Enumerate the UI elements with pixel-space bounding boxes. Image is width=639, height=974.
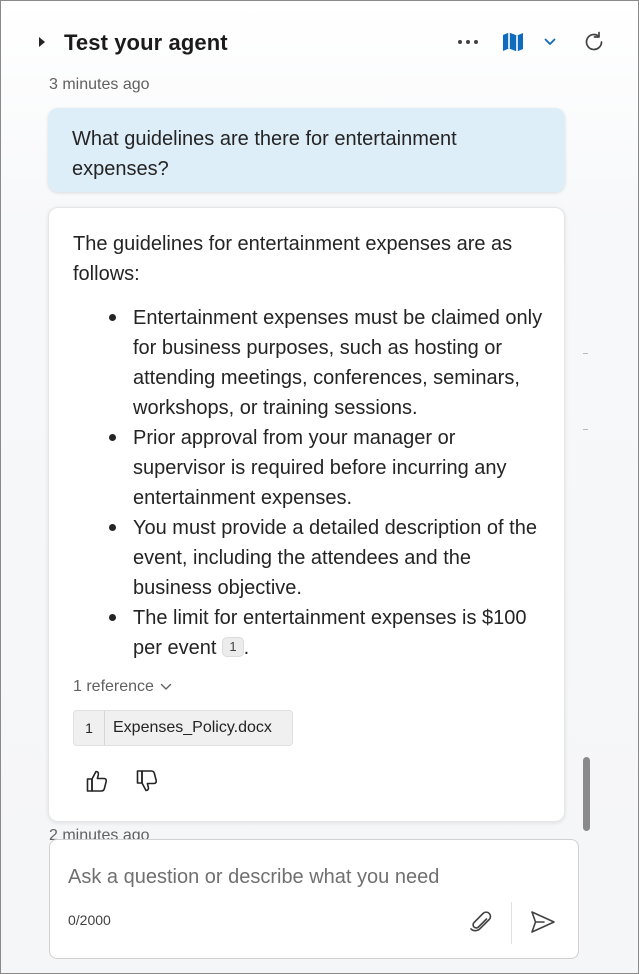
list-item: Prior approval from your manager or supe… — [109, 423, 543, 513]
scrollbar-thumb[interactable] — [583, 757, 590, 831]
list-item: The limit for entertainment expenses is … — [109, 603, 543, 663]
thumbs-down-icon — [136, 770, 158, 792]
list-item-text: The limit for entertainment expenses is … — [133, 607, 527, 659]
panel-header: Test your agent — [1, 1, 638, 71]
message-composer: 0/2000 — [49, 839, 579, 959]
message-input[interactable] — [68, 860, 558, 894]
list-item: You must provide a detailed description … — [109, 513, 543, 603]
character-counter: 0/2000 — [68, 912, 111, 928]
chevron-down-icon — [160, 683, 172, 690]
chevron-down-icon — [544, 38, 556, 45]
composer-divider — [511, 902, 512, 944]
test-agent-panel: Test your agent 3 minutes ago What guide — [0, 0, 639, 974]
send-icon — [531, 911, 555, 933]
attach-button[interactable] — [466, 906, 496, 938]
list-item: Entertainment expenses must be claimed o… — [109, 303, 543, 423]
thumbs-down-button[interactable] — [132, 766, 162, 796]
map-icon — [503, 32, 523, 52]
reference-chip[interactable]: 1 Expenses_Policy.docx — [73, 710, 293, 746]
user-message-timestamp: 3 minutes ago — [49, 76, 150, 93]
guideline-list: Entertainment expenses must be claimed o… — [109, 303, 543, 663]
more-icon — [458, 40, 478, 44]
caret-right-icon[interactable] — [35, 35, 49, 49]
user-message: What guidelines are there for entertainm… — [48, 108, 565, 192]
thumbs-up-icon — [86, 770, 108, 792]
scroll-marker — [583, 353, 588, 354]
citation-marker[interactable]: 1 — [222, 637, 244, 657]
thumbs-up-button[interactable] — [82, 766, 112, 796]
more-options-button[interactable] — [453, 27, 483, 57]
bot-response-card: The guidelines for entertainment expense… — [48, 207, 565, 822]
panel-title: Test your agent — [64, 30, 228, 55]
references-label: 1 reference — [73, 678, 154, 695]
refresh-button[interactable] — [579, 27, 609, 57]
reference-number: 1 — [74, 711, 105, 745]
refresh-icon — [585, 31, 603, 51]
scroll-marker — [583, 429, 588, 430]
attach-icon — [470, 911, 492, 932]
send-button[interactable] — [526, 906, 560, 938]
reference-file-name: Expenses_Policy.docx — [113, 719, 272, 736]
map-view-button[interactable] — [498, 27, 528, 57]
references-toggle[interactable]: 1 reference — [73, 678, 172, 696]
response-intro: The guidelines for entertainment expense… — [73, 233, 513, 285]
map-dropdown-button[interactable] — [535, 27, 565, 57]
